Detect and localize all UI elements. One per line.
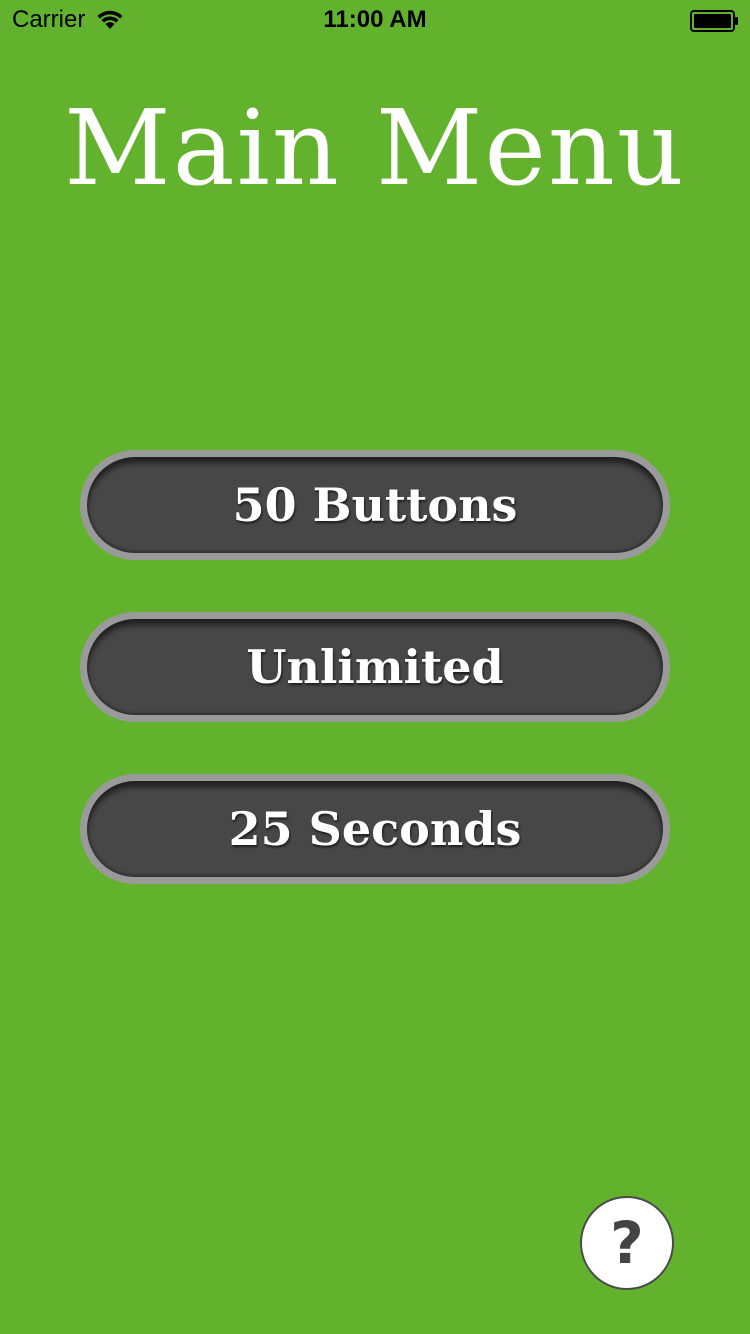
twenty-five-seconds-button[interactable]: 25 Seconds xyxy=(80,774,670,884)
battery-icon xyxy=(690,10,740,32)
question-mark-icon: ? xyxy=(610,1209,644,1277)
status-bar: Carrier 11:00 AM xyxy=(0,0,750,40)
unlimited-button[interactable]: Unlimited xyxy=(80,612,670,722)
page-title: Main Menu xyxy=(64,87,686,209)
help-button[interactable]: ? xyxy=(580,1196,674,1290)
status-time: 11:00 AM xyxy=(323,6,427,33)
fifty-buttons-button[interactable]: 50 Buttons xyxy=(80,450,670,560)
